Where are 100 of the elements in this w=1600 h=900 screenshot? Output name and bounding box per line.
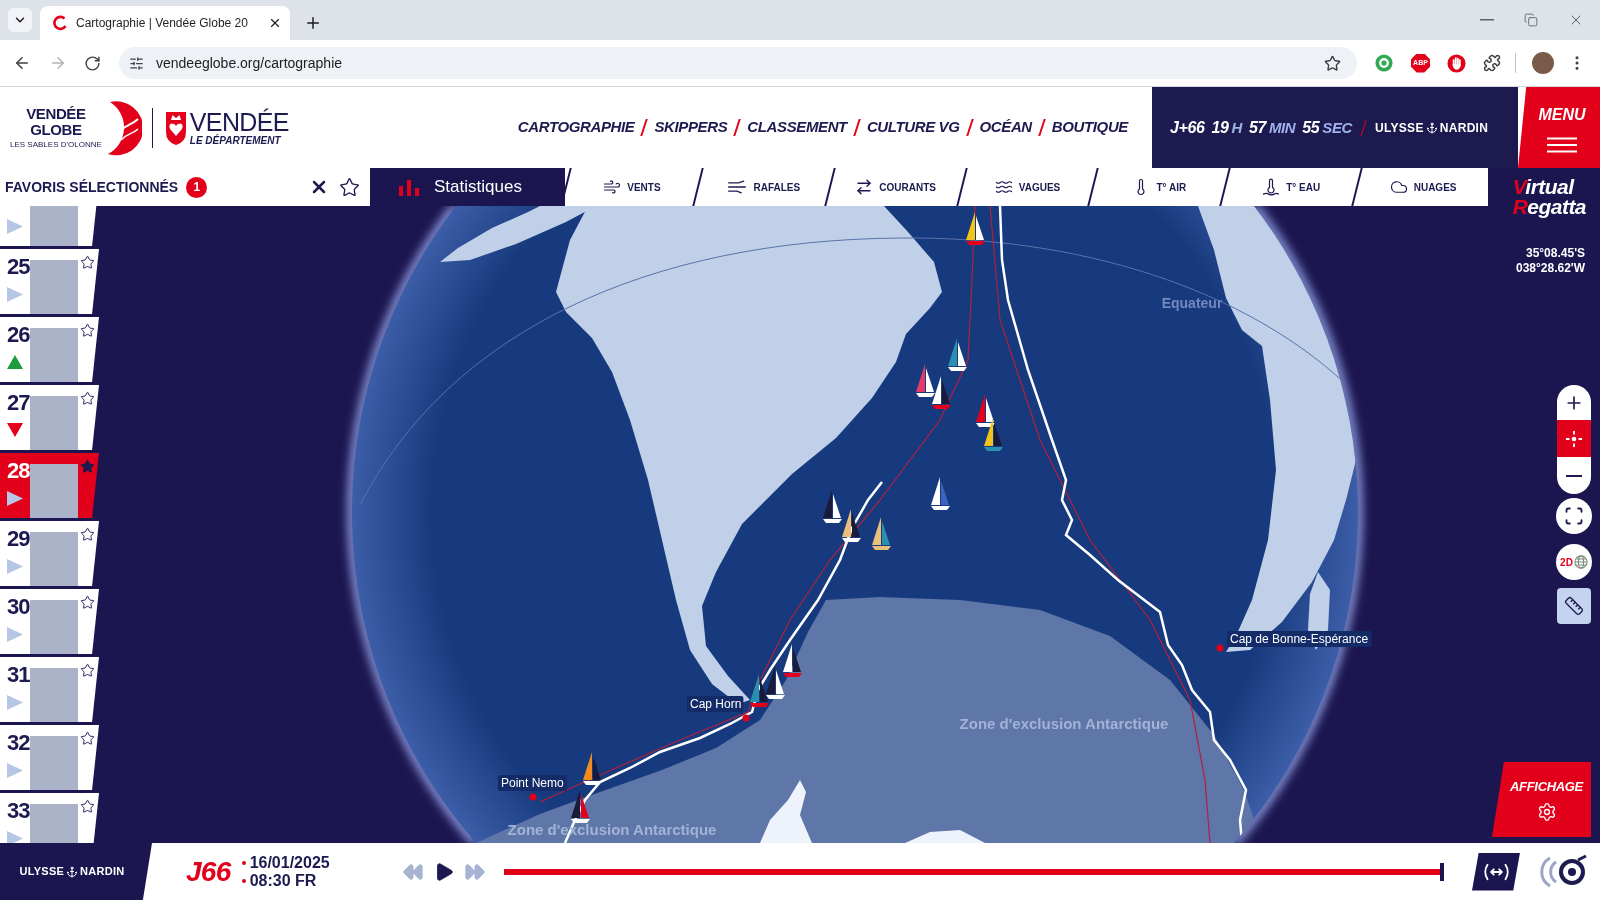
sailboat-icon[interactable]	[823, 490, 842, 523]
layer-tab[interactable]: NUAGES	[1358, 168, 1488, 206]
photo-placeholder	[30, 396, 78, 450]
address-bar[interactable]: vendeeglobe.org/cartographie	[119, 47, 1357, 79]
tab-title: Cartographie | Vendée Globe 20	[76, 15, 249, 32]
star-icon[interactable]	[80, 527, 95, 542]
sailboat-icon[interactable]	[783, 644, 802, 677]
star-icon[interactable]	[80, 391, 95, 406]
sailboat-icon[interactable]	[766, 666, 785, 699]
menu-button[interactable]: MENU	[1518, 87, 1600, 168]
logo-text: GLOBE	[30, 122, 82, 138]
profile-avatar[interactable]	[1532, 52, 1554, 74]
hand-icon[interactable]	[1447, 53, 1466, 73]
skipper-card[interactable]: 28	[0, 453, 99, 518]
sailboat-icon[interactable]	[872, 517, 891, 550]
photo-placeholder	[30, 328, 78, 382]
sailboat-icon[interactable]	[976, 394, 995, 427]
star-icon[interactable]	[1324, 54, 1341, 72]
sliders-icon[interactable]	[129, 55, 144, 71]
star-icon[interactable]	[80, 799, 95, 814]
countdown-unit: MIN	[1268, 117, 1296, 138]
new-tab-icon[interactable]	[304, 14, 322, 32]
sailboat-icon[interactable]	[750, 674, 769, 707]
restore-icon[interactable]	[1524, 13, 1538, 27]
photo-placeholder	[30, 260, 78, 314]
sailboat-icon[interactable]	[842, 509, 861, 542]
skipper-card[interactable]: 30	[0, 589, 99, 654]
star-icon[interactable]	[339, 176, 360, 198]
game-logo-text: Regatta	[1512, 197, 1586, 217]
timeline-slider[interactable]	[504, 862, 1444, 881]
fullscreen-button[interactable]	[1556, 498, 1592, 534]
browser-tab[interactable]: Cartographie | Vendée Globe 20	[40, 6, 290, 40]
ruler-button[interactable]	[1557, 588, 1591, 624]
skipper-rank: 28	[7, 459, 30, 483]
menu-icon	[1547, 136, 1577, 153]
nav-link[interactable]: CULTURE VG	[866, 116, 960, 139]
nav-link[interactable]: CLASSEMENT	[747, 116, 847, 139]
star-icon[interactable]	[80, 595, 95, 610]
star-icon[interactable]	[80, 663, 95, 678]
nav-link[interactable]: BOUTIQUE	[1051, 116, 1128, 139]
countdown-unit: H	[1231, 117, 1242, 138]
timeline-handle[interactable]	[1440, 862, 1444, 881]
bullet-icon	[241, 860, 246, 865]
fullscreen-icon	[1564, 506, 1584, 526]
zoom-out-button[interactable]	[1557, 457, 1591, 494]
puzzle-icon[interactable]	[1483, 54, 1501, 72]
layer-tab[interactable]: T° EAU	[1226, 168, 1357, 206]
expand-arrows-icon	[1482, 862, 1510, 881]
nav-link[interactable]: SKIPPERS	[654, 116, 728, 139]
arrows-left-right-icon	[855, 178, 874, 196]
sailboat-icon[interactable]	[916, 364, 935, 397]
sailboat-icon[interactable]	[948, 338, 967, 371]
bar-chart-icon	[398, 178, 420, 196]
sponsor-logo-text: NARDIN	[1439, 119, 1489, 137]
skipper-card[interactable]: 27	[0, 385, 99, 450]
skipper-card[interactable]: 32	[0, 725, 99, 790]
ruler-icon	[1564, 596, 1584, 616]
skipper-rank: 32	[7, 731, 30, 755]
bullet-icon	[241, 878, 246, 883]
ring-icon[interactable]	[1375, 54, 1393, 72]
skipper-rank: 26	[7, 323, 30, 347]
layer-tab[interactable]: VAGUES	[962, 168, 1093, 206]
star-icon[interactable]	[80, 323, 95, 338]
photo-placeholder	[30, 532, 78, 586]
minus-icon	[1566, 474, 1582, 477]
sailboat-icon[interactable]	[583, 752, 602, 785]
skipper-card[interactable]: 25	[0, 249, 99, 314]
tab-list-button[interactable]	[8, 8, 32, 32]
location-dot-icon	[529, 793, 537, 801]
url-text: vendeeglobe.org/cartographie	[156, 53, 343, 73]
reload-icon[interactable]	[84, 54, 101, 72]
nav-link[interactable]: OCÉAN	[979, 116, 1032, 139]
layer-tab[interactable]: VENTS	[567, 168, 697, 206]
locate-button[interactable]	[1557, 420, 1591, 457]
expand-button[interactable]	[1472, 852, 1520, 891]
sailboat-icon[interactable]	[571, 790, 590, 823]
skipper-rank: 27	[7, 391, 30, 415]
skipper-card[interactable]: 31	[0, 657, 99, 722]
nav-link[interactable]: CARTOGRAPHIE	[517, 116, 635, 139]
countdown-value: 57	[1248, 117, 1266, 138]
skipper-card[interactable]: 29	[0, 521, 99, 586]
sailboat-icon[interactable]	[984, 418, 1003, 451]
skipper-card[interactable]: 33	[0, 793, 99, 843]
sailboat-icon[interactable]	[966, 212, 985, 245]
sailboat-icon[interactable]	[932, 376, 951, 409]
skipper-card[interactable]: 26	[0, 317, 99, 382]
star-icon[interactable]	[80, 731, 95, 746]
star-icon[interactable]	[80, 255, 95, 270]
location-dot-icon	[1216, 644, 1224, 652]
close-icon[interactable]	[268, 16, 282, 30]
view-mode-button[interactable]: 2D	[1556, 544, 1592, 580]
sponsor-logo-text: ULYSSE	[1375, 119, 1424, 137]
layer-tab[interactable]: T° AIR	[1094, 168, 1225, 206]
zoom-in-button[interactable]	[1557, 385, 1591, 420]
star-icon[interactable]	[80, 459, 95, 474]
wind-gust-icon	[727, 180, 748, 194]
layer-tab[interactable]: RAFALES	[698, 168, 829, 206]
layer-tab[interactable]: COURANTS	[830, 168, 961, 206]
sailboat-icon[interactable]	[931, 477, 950, 510]
display-button[interactable]: AFFICHAGE	[1492, 762, 1591, 837]
